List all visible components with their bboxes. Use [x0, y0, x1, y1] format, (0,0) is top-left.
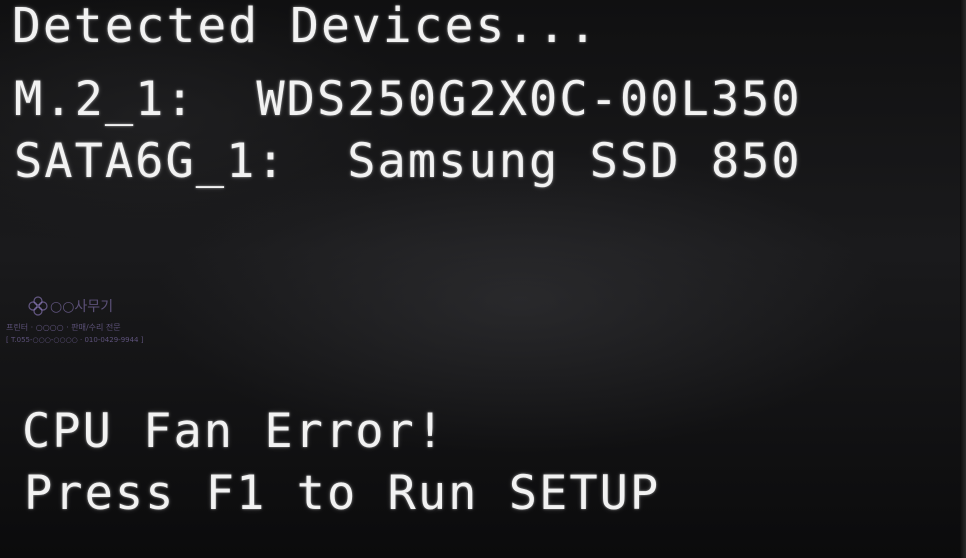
bios-post-screen: Detected Devices... M.2_1: WDS250G2X0C-0… — [0, 0, 966, 558]
m2-device-line: M.2_1: WDS250G2X0C-00L350 — [14, 72, 802, 127]
watermark-logo: ○○사무기 프린터 · ○○○○ · 판매/수리 전문 [ T.055-○○○-… — [6, 296, 156, 344]
watermark-title: ○○사무기 — [50, 299, 114, 315]
detected-devices-header: Detected Devices... — [12, 0, 600, 54]
watermark-phone: [ T.055-○○○-○○○○ · 010-0429-9944 ] — [6, 336, 144, 344]
press-f1-prompt: Press F1 to Run SETUP — [24, 466, 661, 521]
cpu-fan-error-message: CPU Fan Error! — [22, 404, 447, 459]
sata-device-line: SATA6G_1: Samsung SSD 850 — [14, 134, 802, 189]
watermark-subtitle: 프린터 · ○○○○ · 판매/수리 전문 — [6, 323, 121, 332]
monitor-bezel — [960, 0, 966, 558]
flower-icon — [28, 296, 48, 316]
